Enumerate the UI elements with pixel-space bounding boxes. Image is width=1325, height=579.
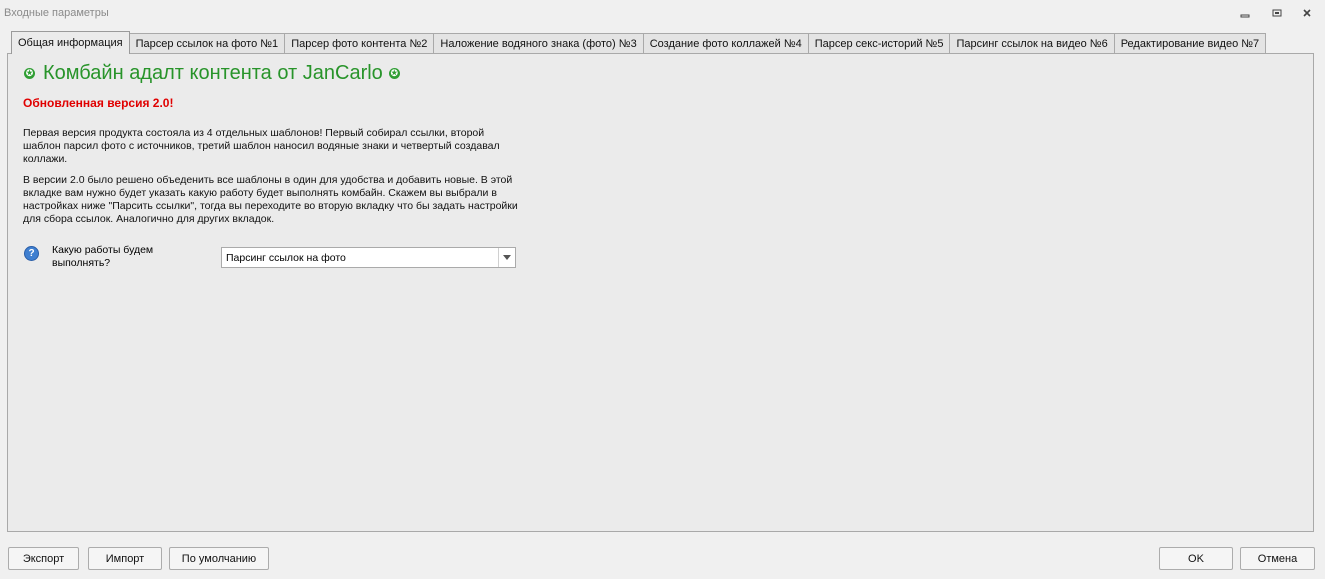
tab-stories-parser[interactable]: Парсер секс-историй №5 [807,33,951,53]
description-paragraph-1: Первая версия продукта состояла из 4 отд… [23,127,500,165]
cancel-button[interactable]: Отмена [1240,547,1315,570]
tab-video-editing[interactable]: Редактирование видео №7 [1113,33,1267,53]
tab-panel-general-info: ✪ Комбайн адалт контента от JanCarlo ✪ О… [7,53,1314,532]
export-button[interactable]: Экспорт [8,547,79,570]
page-title: ✪ Комбайн адалт контента от JanCarlo ✪ [24,62,400,85]
tab-photo-link-parser[interactable]: Парсер ссылок на фото №1 [128,33,286,53]
tab-strip: Общая информация Парсер ссылок на фото №… [11,31,1267,54]
version-subtitle: Обновленная версия 2.0! [23,96,174,110]
work-type-label: Какую работы будем выполнять? [52,244,154,269]
tab-photo-collages[interactable]: Создание фото коллажей №4 [642,33,809,53]
tab-video-link-parser[interactable]: Парсинг ссылок на видео №6 [949,33,1115,53]
help-icon: ? [24,246,39,261]
work-type-select-value: Парсинг ссылок на фото [226,252,346,264]
tab-general-info[interactable]: Общая информация [11,31,130,54]
close-icon[interactable] [1298,5,1316,21]
description-paragraph-2: В версии 2.0 было решено объеденить все … [23,174,518,225]
title-bar: Входные параметры [0,0,1325,26]
window-title: Входные параметры [4,7,109,19]
tab-photo-content-parser[interactable]: Парсер фото контента №2 [284,33,435,53]
restore-icon[interactable] [1268,5,1286,21]
import-button[interactable]: Импорт [88,547,162,570]
ok-button[interactable]: OK [1159,547,1233,570]
tab-watermark[interactable]: Наложение водяного знака (фото) №3 [433,33,644,53]
defaults-button[interactable]: По умолчанию [169,547,269,570]
chevron-down-icon[interactable] [498,248,515,267]
page-title-text: Комбайн адалт контента от JanCarlo [43,62,383,84]
star-icon: ✪ [388,68,400,79]
work-type-select[interactable]: Парсинг ссылок на фото [221,247,516,268]
minimize-icon[interactable] [1236,5,1254,21]
star-icon: ✪ [24,68,35,79]
